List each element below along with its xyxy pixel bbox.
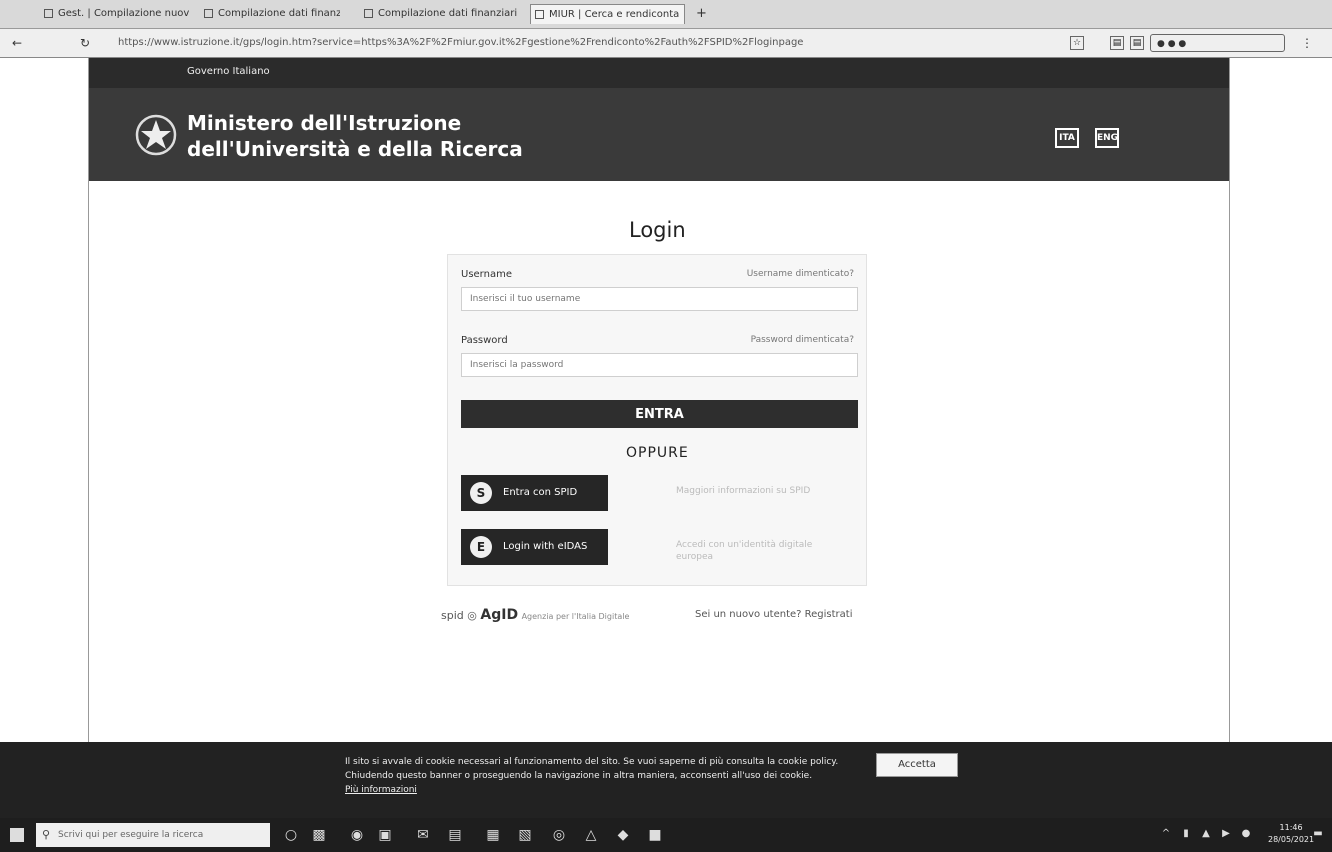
acrobat-icon[interactable]: △ — [582, 826, 600, 844]
password-input[interactable] — [461, 353, 858, 377]
or-divider: OPPURE — [626, 445, 689, 461]
page-icon — [204, 9, 213, 18]
volume-icon[interactable]: ▶ — [1220, 828, 1232, 840]
browser-tab-bar: Gest. | Compilazione nuovi fascicoli Com… — [0, 0, 1332, 29]
page-icon — [535, 10, 544, 19]
register-link[interactable]: Sei un nuovo utente? Registrati — [695, 609, 852, 620]
new-tab-button[interactable]: + — [692, 4, 712, 24]
republic-emblem-icon — [135, 114, 177, 156]
browser-tab[interactable]: Compilazione dati finanziari — [360, 4, 520, 24]
app-icon[interactable]: ◆ — [614, 826, 632, 844]
agid-circle-icon: ◎ — [467, 609, 477, 622]
extension-icon[interactable]: ▤ — [1130, 36, 1144, 50]
eidas-login-button[interactable]: E Login with eIDAS — [461, 529, 608, 565]
tray-chevron-icon[interactable]: ^ — [1160, 828, 1172, 840]
profile-button[interactable]: ● ● ● — [1150, 34, 1285, 52]
page-title: Login — [629, 218, 686, 242]
star-icon[interactable]: ☆ — [1070, 36, 1084, 50]
windows-start-icon[interactable] — [10, 828, 24, 842]
system-clock[interactable]: 11:46 28/05/2021 — [1268, 822, 1314, 846]
forgot-username-link[interactable]: Username dimenticato? — [747, 269, 854, 279]
eidas-info-link[interactable]: Accedi con un'identità digitale europea — [676, 539, 846, 563]
notifications-icon[interactable]: ▬ — [1312, 828, 1324, 840]
login-form: Username Username dimenticato? Password … — [447, 254, 867, 586]
username-input[interactable] — [461, 287, 858, 311]
menu-icon[interactable]: ⋮ — [1300, 36, 1314, 50]
page-icon — [364, 9, 373, 18]
enter-button[interactable]: ENTRA — [461, 400, 858, 428]
store-icon[interactable]: ▣ — [376, 826, 394, 844]
page-content: Governo Italiano Ministero dell'Istruzio… — [88, 58, 1230, 748]
mail-icon[interactable]: ✉ — [414, 826, 432, 844]
masthead: Ministero dell'Istruzione dell'Universit… — [89, 88, 1229, 181]
language-it-button[interactable]: ITA — [1055, 128, 1079, 148]
taskbar-search-input[interactable]: ⚲ Scrivi qui per eseguire la ricerca — [36, 823, 270, 847]
search-icon: ⚲ — [42, 828, 51, 841]
spid-info-link[interactable]: Maggiori informazioni su SPID — [676, 485, 846, 497]
app-icon[interactable]: ■ — [646, 826, 664, 844]
password-label: Password — [461, 335, 508, 346]
folder-icon[interactable]: ▤ — [446, 826, 464, 844]
address-bar-row: ← ↻ https://www.istruzione.it/gps/login.… — [0, 29, 1332, 58]
extension-icon[interactable]: ▤ — [1110, 36, 1124, 50]
edge-icon[interactable]: ◉ — [348, 826, 366, 844]
url-field[interactable]: https://www.istruzione.it/gps/login.htm?… — [118, 35, 818, 51]
browser-tab[interactable]: Gest. | Compilazione nuovi fascicoli — [40, 4, 190, 24]
username-label: Username — [461, 269, 512, 280]
ministry-name[interactable]: Ministero dell'Istruzione dell'Universit… — [187, 110, 523, 162]
task-view-icon[interactable]: ▩ — [310, 826, 328, 844]
page-icon — [44, 9, 53, 18]
spid-login-button[interactable]: S Entra con SPID — [461, 475, 608, 511]
language-en-button[interactable]: ENG — [1095, 128, 1119, 148]
taskbar: ⚲ Scrivi qui per eseguire la ricerca ○ ▩… — [0, 818, 1332, 852]
back-icon[interactable]: ← — [10, 36, 24, 50]
agid-logo[interactable]: spid ◎ AgID Agenzia per l'Italia Digital… — [441, 607, 629, 623]
excel-icon[interactable]: ▧ — [516, 826, 534, 844]
chrome-icon[interactable]: ◎ — [550, 826, 568, 844]
word-icon[interactable]: ▦ — [484, 826, 502, 844]
cookie-more-link[interactable]: Più informazioni — [345, 783, 865, 797]
cookie-accept-button[interactable]: Accetta — [876, 753, 958, 777]
browser-tab-active[interactable]: MIUR | Cerca e rendiconta — [530, 4, 685, 24]
language-icon[interactable]: ● — [1240, 828, 1252, 840]
reload-icon[interactable]: ↻ — [78, 36, 92, 50]
spid-icon: S — [470, 482, 492, 504]
battery-icon[interactable]: ▮ — [1180, 828, 1192, 840]
cookie-text: Il sito si avvale di cookie necessari al… — [345, 755, 865, 797]
browser-tab[interactable]: Compilazione dati finanziari — [200, 4, 340, 24]
network-icon[interactable]: ▲ — [1200, 828, 1212, 840]
cortana-icon[interactable]: ○ — [282, 826, 300, 844]
gov-label[interactable]: Governo Italiano — [187, 66, 270, 77]
gov-strip: Governo Italiano — [89, 58, 1229, 88]
cookie-banner: Il sito si avvale di cookie necessari al… — [0, 742, 1332, 818]
forgot-password-link[interactable]: Password dimenticata? — [751, 335, 854, 345]
eidas-icon: E — [470, 536, 492, 558]
